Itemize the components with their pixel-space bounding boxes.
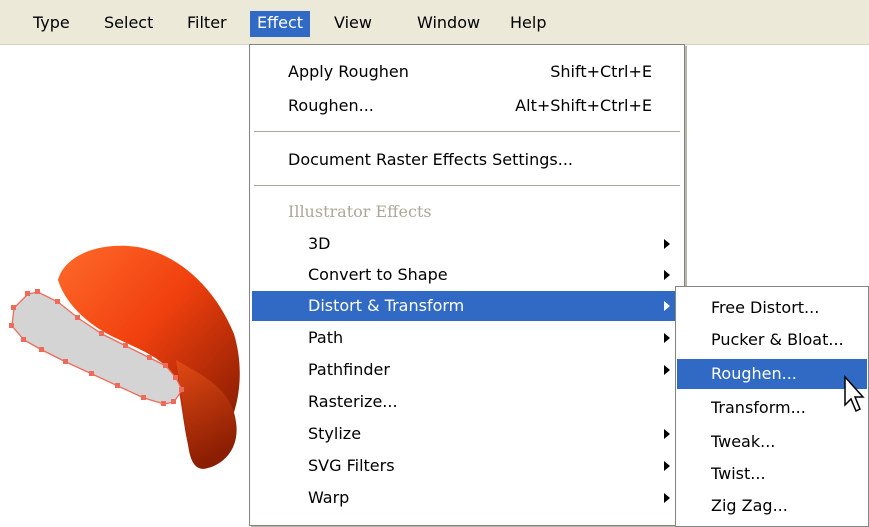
submenu-arrow-icon (664, 333, 670, 343)
menu-separator (254, 185, 680, 187)
menu-item-distort-transform[interactable]: Distort & Transform (252, 291, 682, 321)
submenu-arrow-icon (664, 270, 670, 280)
santa-hat-artwork[interactable] (0, 44, 250, 525)
menu-item-label: Path (308, 328, 344, 347)
submenu-item-free-distort[interactable]: Free Distort... (677, 293, 867, 323)
menu-separator (254, 131, 680, 133)
menu-item-svg-filters[interactable]: SVG Filters (252, 451, 682, 481)
submenu-arrow-icon (664, 301, 670, 311)
menu-item-path[interactable]: Path (252, 323, 682, 353)
section-header-illustrator-effects: Illustrator Effects (252, 197, 682, 227)
menu-item-label: Roughen... (288, 96, 374, 115)
menu-item-3d[interactable]: 3D (252, 229, 682, 259)
menu-item-pathfinder[interactable]: Pathfinder (252, 355, 682, 385)
menu-bar: Type Select Filter Effect View Window He… (0, 0, 869, 45)
submenu-item-zig-zag[interactable]: Zig Zag... (677, 491, 867, 521)
menu-item-rasterize[interactable]: Rasterize... (252, 387, 682, 417)
menu-item-label: Warp (308, 488, 350, 507)
menu-item-label: SVG Filters (308, 456, 395, 475)
menu-item-label: 3D (308, 234, 331, 253)
menu-item-document-raster-settings[interactable]: Document Raster Effects Settings... (252, 145, 682, 175)
distort-transform-submenu: Free Distort... Pucker & Bloat... Roughe… (675, 286, 869, 527)
menu-effect[interactable]: Effect (250, 11, 311, 37)
menu-type[interactable]: Type (26, 11, 77, 37)
submenu-item-tweak[interactable]: Tweak... (677, 427, 867, 457)
menu-item-label: Zig Zag... (711, 496, 788, 515)
menu-item-apply-roughen[interactable]: Apply Roughen Shift+Ctrl+E (252, 57, 682, 87)
submenu-item-transform[interactable]: Transform... (677, 393, 867, 423)
menu-item-label: Pathfinder (308, 360, 390, 379)
menu-item-convert-to-shape[interactable]: Convert to Shape (252, 260, 682, 290)
submenu-arrow-icon (664, 493, 670, 503)
menu-item-stylize[interactable]: Stylize (252, 419, 682, 449)
submenu-arrow-icon (664, 239, 670, 249)
menu-item-label: Document Raster Effects Settings... (288, 150, 574, 169)
menu-item-label: Roughen... (711, 364, 797, 383)
submenu-item-twist[interactable]: Twist... (677, 459, 867, 489)
submenu-arrow-icon (664, 365, 670, 375)
submenu-arrow-icon (664, 461, 670, 471)
submenu-arrow-icon (664, 429, 670, 439)
menu-window[interactable]: Window (410, 11, 487, 37)
mouse-cursor-icon (844, 375, 865, 413)
submenu-item-pucker-bloat[interactable]: Pucker & Bloat... (677, 325, 867, 355)
menu-select[interactable]: Select (97, 11, 160, 37)
menu-item-label: Tweak... (711, 432, 776, 451)
menu-item-label: Free Distort... (711, 298, 820, 317)
shortcut-label: Alt+Shift+Ctrl+E (515, 96, 652, 115)
shortcut-label: Shift+Ctrl+E (550, 62, 652, 81)
menu-filter[interactable]: Filter (180, 11, 234, 37)
menu-item-label: Distort & Transform (308, 296, 465, 315)
menu-item-label: Transform... (711, 398, 806, 417)
menu-item-label: Twist... (711, 464, 766, 483)
submenu-item-roughen[interactable]: Roughen... (677, 359, 867, 389)
menu-view[interactable]: View (327, 11, 379, 37)
menu-item-label: Rasterize... (308, 392, 398, 411)
menu-item-roughen[interactable]: Roughen... Alt+Shift+Ctrl+E (252, 91, 682, 121)
menu-item-label: Stylize (308, 424, 362, 443)
menu-item-label: Pucker & Bloat... (711, 330, 844, 349)
effect-menu: Apply Roughen Shift+Ctrl+E Roughen... Al… (249, 44, 685, 526)
section-header-label: Illustrator Effects (288, 202, 432, 221)
menu-item-label: Convert to Shape (308, 265, 448, 284)
menu-item-label: Apply Roughen (288, 62, 409, 81)
menu-help[interactable]: Help (503, 11, 553, 37)
menu-item-warp[interactable]: Warp (252, 483, 682, 513)
